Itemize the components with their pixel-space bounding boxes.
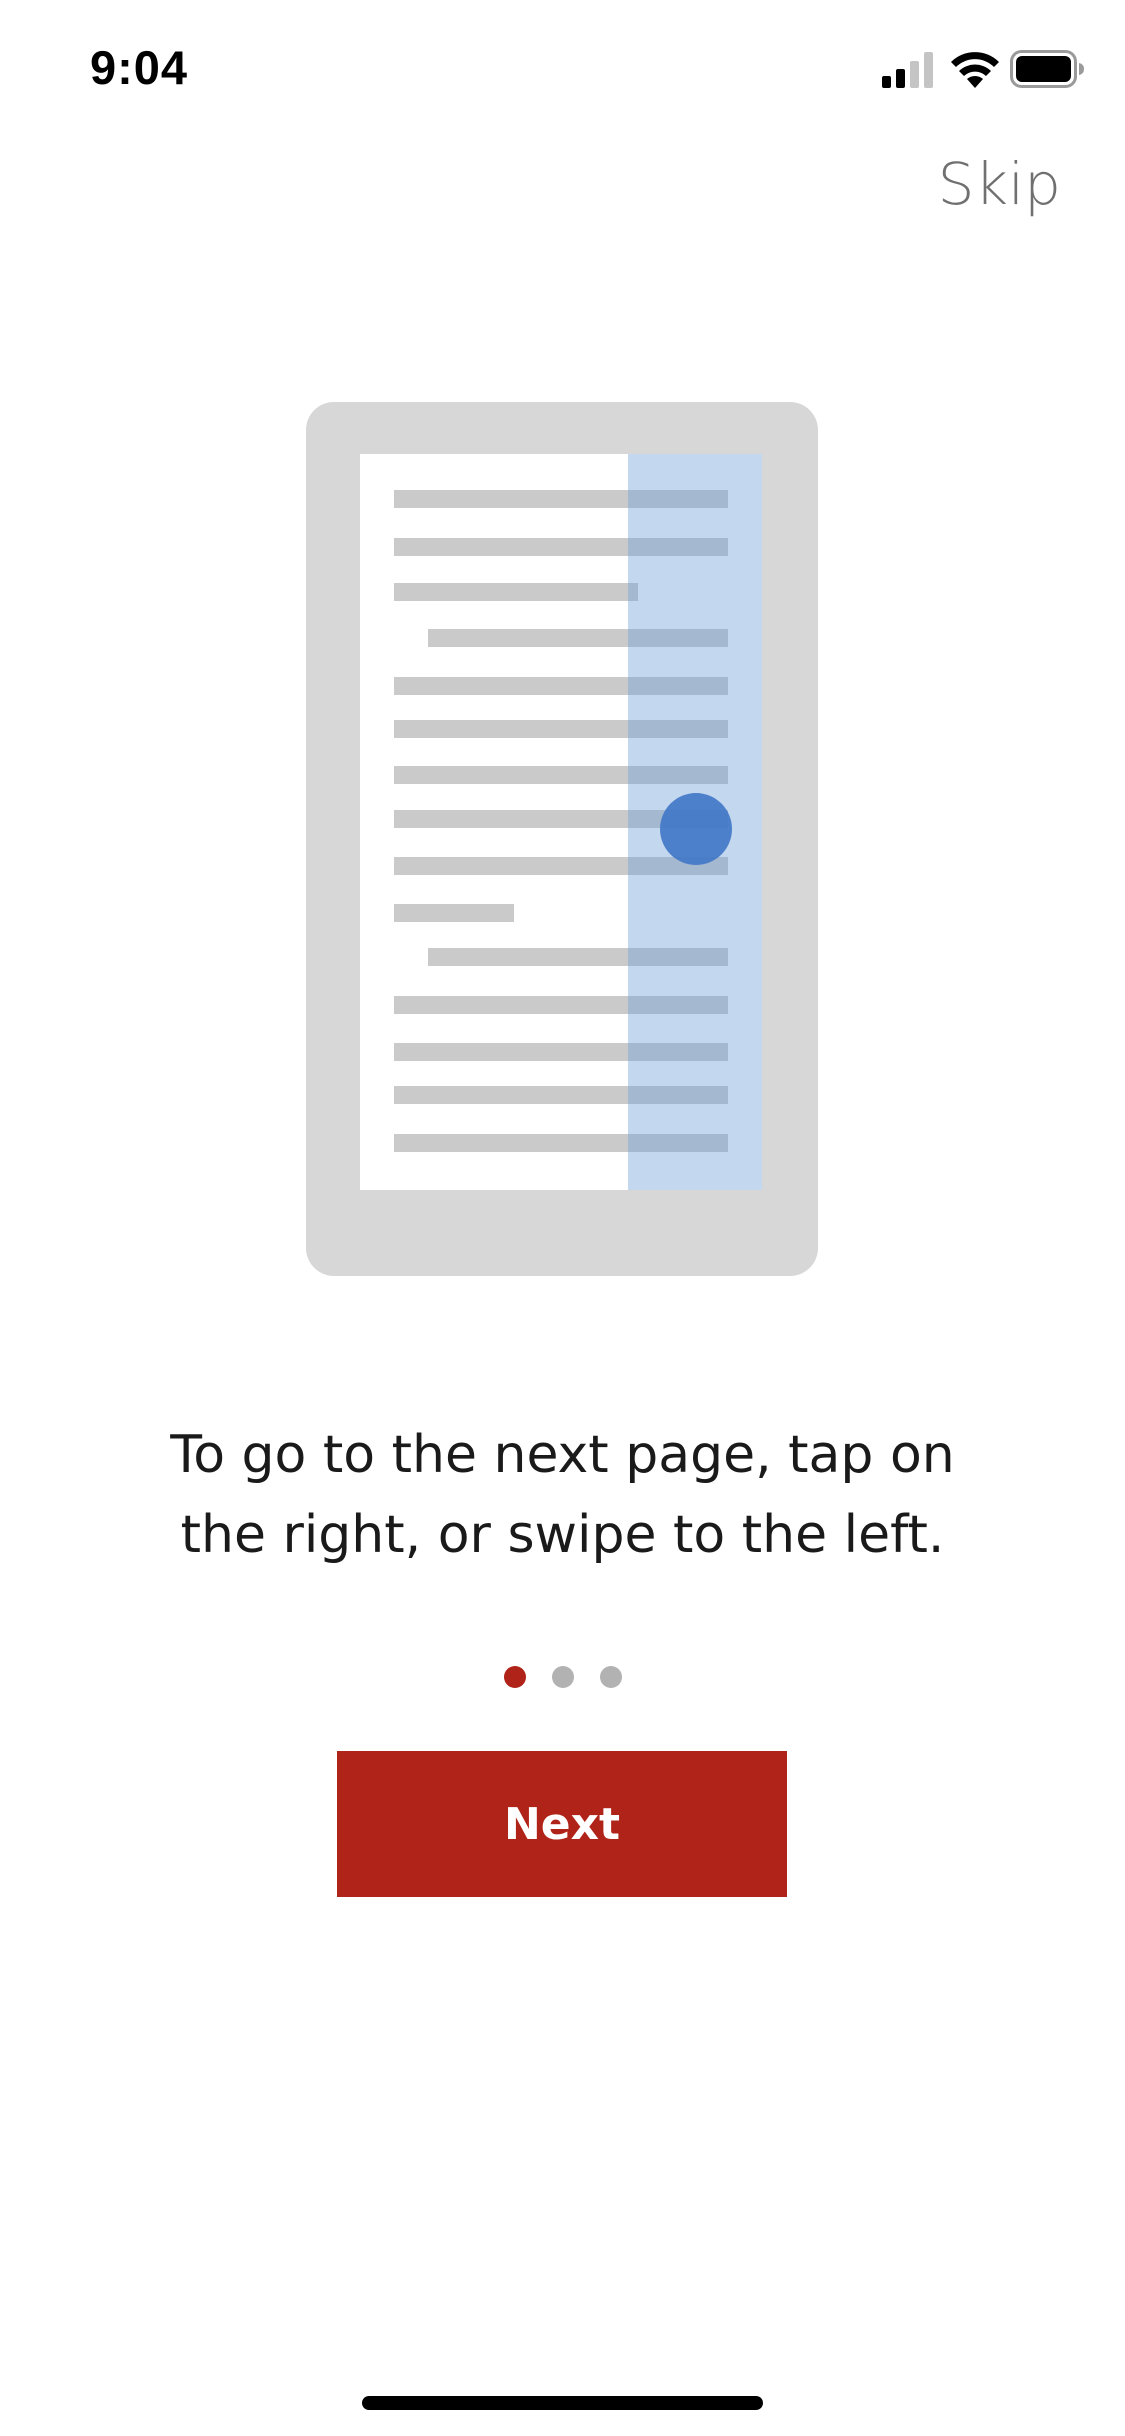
onboarding-caption: To go to the next page, tap on the right… xyxy=(170,1425,955,1565)
skip-button[interactable]: Skip xyxy=(938,150,1061,218)
home-indicator xyxy=(362,2396,763,2410)
touch-point xyxy=(660,793,732,865)
pagination-dots xyxy=(0,1666,1125,1690)
wifi-icon xyxy=(951,52,999,88)
tap-right-page-turn-illustration xyxy=(306,402,818,1276)
page-dot-1-active xyxy=(503,1666,526,1688)
page-dot-2 xyxy=(551,1666,574,1688)
page-dot-3 xyxy=(599,1666,622,1688)
next-button[interactable]: Next xyxy=(337,1751,787,1897)
battery-icon xyxy=(1010,50,1084,88)
cellular-signal-icon xyxy=(882,52,933,88)
status-time: 9:04 xyxy=(90,41,189,94)
status-bar: 9:04 xyxy=(0,0,1125,132)
